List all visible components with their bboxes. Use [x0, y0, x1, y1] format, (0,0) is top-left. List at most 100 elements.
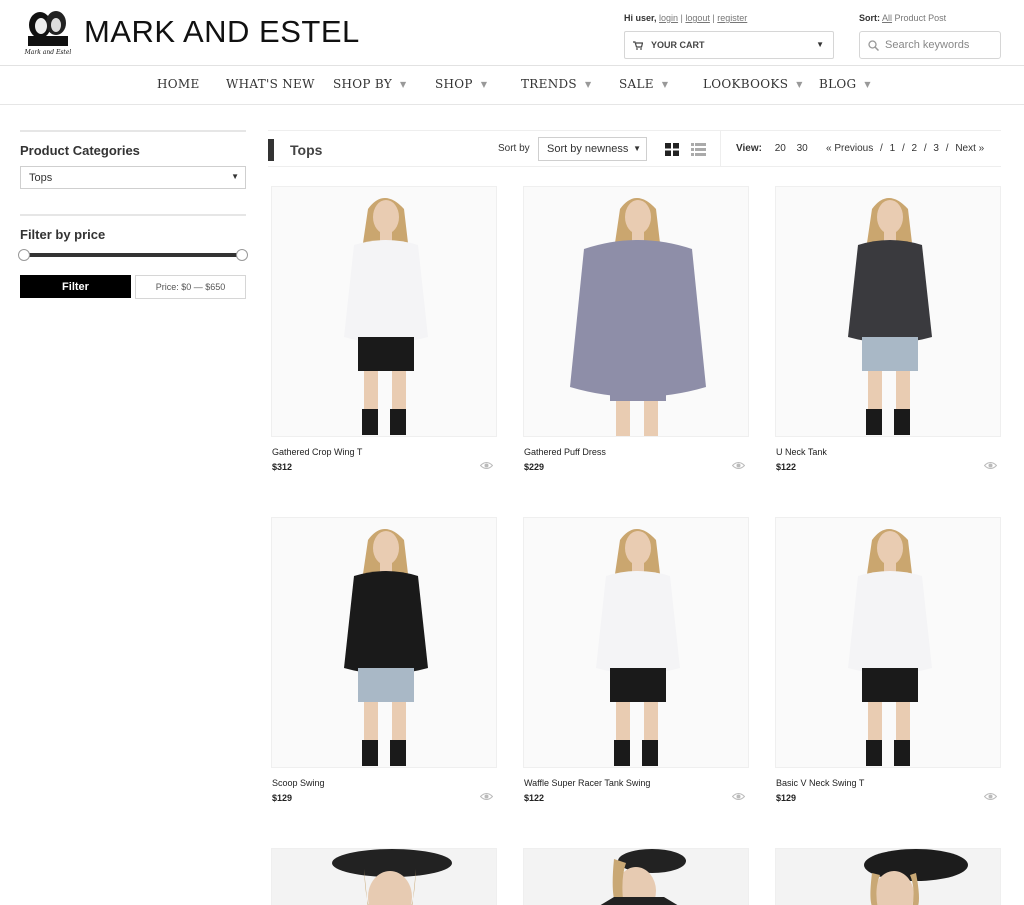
product-price: $129 — [776, 793, 797, 803]
product-name[interactable]: Basic V Neck Swing T — [776, 778, 864, 788]
eye-icon[interactable] — [480, 792, 493, 801]
price-slider-min-handle[interactable] — [18, 249, 30, 261]
svg-text:Mark and Estel: Mark and Estel — [24, 49, 72, 56]
brand-name[interactable]: MARK AND ESTEL — [84, 14, 360, 50]
product-image[interactable] — [775, 848, 1001, 905]
product-card[interactable] — [523, 848, 749, 905]
cart-dropdown[interactable]: YOUR CART ▼ — [624, 31, 834, 59]
user-links: Hi user, login | logout | register — [624, 13, 748, 23]
product-price: $122 — [524, 793, 545, 803]
product-image[interactable] — [775, 517, 1001, 768]
sort-all-link[interactable]: All — [882, 13, 892, 23]
login-link[interactable]: login — [659, 13, 678, 23]
divider — [20, 214, 246, 216]
eye-icon[interactable] — [732, 461, 745, 470]
nav-item-label: SHOP — [435, 77, 473, 91]
nav-item-label: SALE — [619, 77, 654, 91]
product-card[interactable]: Gathered Puff Dress $229 — [523, 186, 749, 472]
price-slider-track[interactable] — [24, 253, 242, 257]
divider — [20, 130, 246, 132]
per-page-options: View: 20 30 — [736, 143, 816, 154]
divider — [720, 131, 721, 167]
sort-select[interactable]: Sort by newness ▼ — [538, 137, 647, 161]
view-30-link[interactable]: 30 — [797, 143, 808, 154]
filter-button[interactable]: Filter — [20, 275, 131, 298]
list-view-icon[interactable] — [691, 143, 706, 156]
product-card[interactable]: Waffle Super Racer Tank Swing $122 — [523, 517, 749, 803]
pagination-separator: / — [880, 143, 883, 154]
product-image[interactable] — [523, 186, 749, 437]
product-name[interactable]: Gathered Crop Wing T — [272, 447, 362, 457]
product-image[interactable] — [271, 848, 497, 905]
eye-icon[interactable] — [984, 461, 997, 470]
chevron-down-icon: ▼ — [584, 79, 592, 89]
nav-item-home[interactable]: HOME — [157, 77, 200, 91]
nav-item-label: WHAT'S NEW — [226, 77, 315, 91]
next-page-link[interactable]: Next » — [955, 143, 984, 154]
nav-item-label: SHOP BY — [333, 77, 393, 91]
brand-logo[interactable]: Mark and Estel — [22, 8, 74, 56]
product-card[interactable] — [775, 848, 1001, 905]
nav-item-label: TRENDS — [521, 77, 577, 91]
nav-item-label: LOOKBOOKS — [703, 77, 789, 91]
eye-icon[interactable] — [984, 792, 997, 801]
page-1-link[interactable]: 1 — [890, 143, 896, 154]
cart-icon — [633, 40, 643, 50]
sort-product-link[interactable]: Product — [895, 13, 926, 23]
product-image[interactable] — [775, 186, 1001, 437]
nav-item-whats-new[interactable]: WHAT'S NEW — [226, 77, 315, 91]
sort-label: Sort: — [859, 13, 880, 23]
search-input[interactable] — [885, 39, 995, 51]
price-range-label: Price: $0 — $650 — [135, 275, 246, 299]
nav-item-shop-by[interactable]: SHOP BY ▼ — [333, 77, 407, 91]
search-sort-options: Sort: All Product Post — [859, 13, 946, 23]
product-card[interactable]: Basic V Neck Swing T $129 — [775, 517, 1001, 803]
price-slider-max-handle[interactable] — [236, 249, 248, 261]
pagination-separator: / — [945, 143, 949, 154]
product-price: $122 — [776, 462, 797, 472]
logout-link[interactable]: logout — [685, 13, 710, 23]
page-2-link[interactable]: 2 — [912, 143, 918, 154]
register-link[interactable]: register — [717, 13, 747, 23]
product-card[interactable]: Scoop Swing $129 — [271, 517, 497, 803]
chevron-down-icon: ▼ — [400, 79, 407, 89]
nav-item-lookbooks[interactable]: LOOKBOOKS ▼ — [703, 77, 803, 91]
chevron-down-icon: ▼ — [864, 79, 871, 89]
pagination-separator: / — [901, 143, 905, 154]
nav-item-shop[interactable]: SHOP ▼ — [435, 77, 487, 91]
chevron-down-icon: ▼ — [661, 79, 669, 89]
sort-selected-value: Sort by newness — [547, 143, 629, 155]
eye-icon[interactable] — [732, 792, 745, 801]
category-select[interactable]: Tops ▼ — [20, 166, 246, 189]
price-filter-heading: Filter by price — [20, 227, 106, 242]
page-title: Tops — [290, 142, 323, 158]
previous-page-link[interactable]: « Previous — [826, 143, 873, 154]
nav-item-blog[interactable]: BLOG ▼ — [819, 77, 871, 91]
product-name[interactable]: Waffle Super Racer Tank Swing — [524, 778, 650, 788]
view-20-link[interactable]: 20 — [775, 143, 786, 154]
sort-post-link[interactable]: Post — [928, 13, 946, 23]
page-3-link[interactable]: 3 — [933, 143, 939, 154]
product-card[interactable]: U Neck Tank $122 — [775, 186, 1001, 472]
nav-item-trends[interactable]: TRENDS ▼ — [521, 77, 591, 91]
product-card[interactable] — [271, 848, 497, 905]
nav-item-label: HOME — [157, 77, 200, 91]
product-name[interactable]: Gathered Puff Dress — [524, 447, 606, 457]
pagination-separator: / — [923, 143, 927, 154]
grid-view-icon[interactable] — [665, 143, 679, 156]
product-name[interactable]: Scoop Swing — [272, 778, 325, 788]
pagination: « Previous / 1 / 2 / 3 / Next » — [826, 143, 988, 154]
chevron-down-icon: ▼ — [816, 40, 824, 49]
product-toolbar: Tops Sort by Sort by newness ▼ View: 20 … — [268, 130, 1001, 167]
product-image[interactable] — [523, 517, 749, 768]
view-label: View: — [736, 143, 762, 154]
product-name[interactable]: U Neck Tank — [776, 447, 827, 457]
product-image[interactable] — [271, 186, 497, 437]
eye-icon[interactable] — [480, 461, 493, 470]
product-image[interactable] — [523, 848, 749, 905]
nav-item-sale[interactable]: SALE ▼ — [619, 77, 668, 91]
nav-item-label: BLOG — [819, 77, 857, 91]
product-image[interactable] — [271, 517, 497, 768]
product-card[interactable]: Gathered Crop Wing T $312 — [271, 186, 497, 472]
search-icon — [868, 39, 879, 51]
